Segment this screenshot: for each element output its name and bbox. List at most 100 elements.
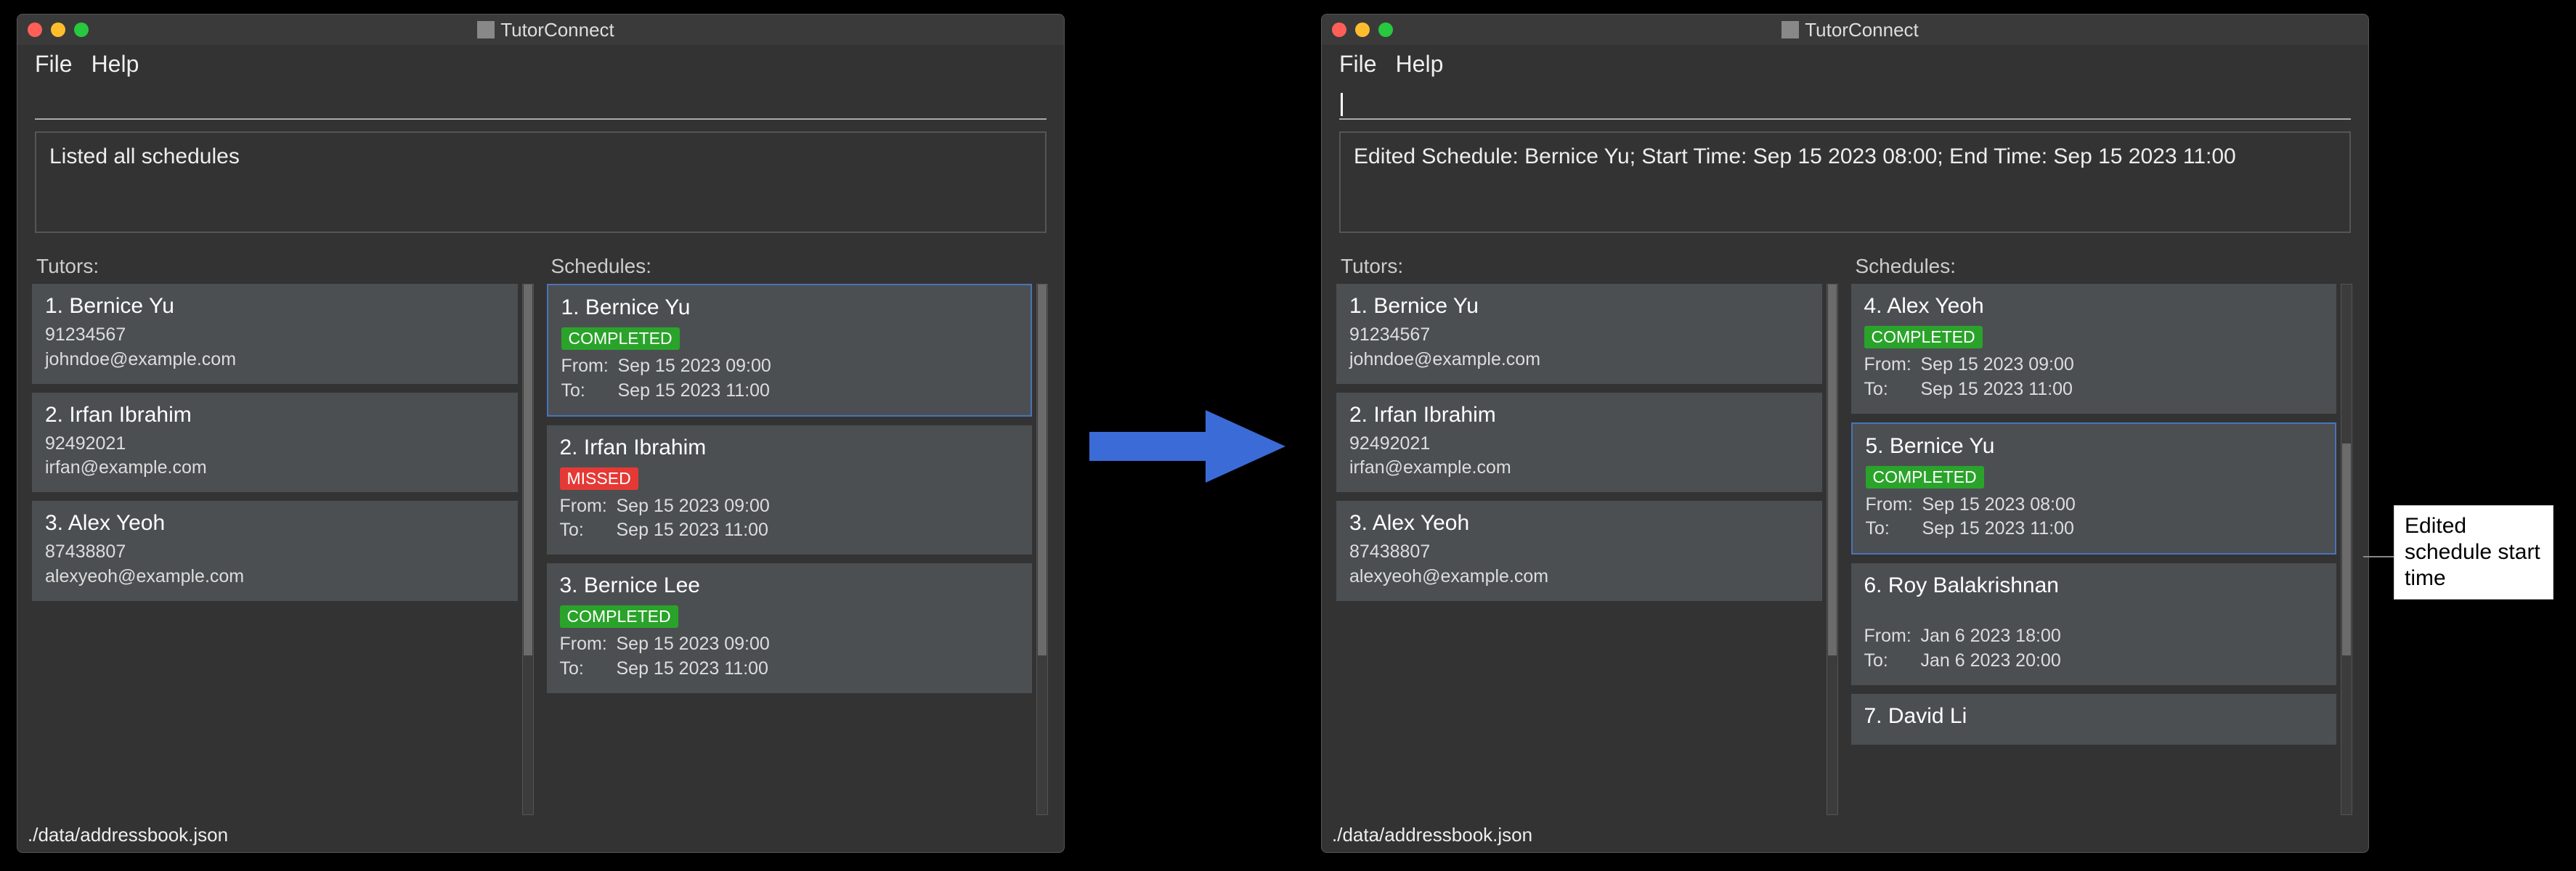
schedule-name: 4. Alex Yeoh (1864, 294, 2324, 319)
menu-file[interactable]: File (35, 51, 73, 78)
tutor-phone: 91234567 (45, 323, 505, 348)
tutor-name: 1. Bernice Yu (1349, 294, 1809, 319)
tutors-panel-title: Tutors: (1336, 249, 1840, 284)
app-icon (477, 21, 495, 38)
tutors-list: 1. Bernice Yu 91234567johndoe@example.com… (32, 284, 518, 815)
schedule-name: 5. Bernice Yu (1866, 434, 2323, 459)
status-badge: COMPLETED (560, 605, 678, 628)
scrollbar-thumb[interactable] (1038, 285, 1047, 655)
scrollbar-thumb[interactable] (524, 285, 532, 655)
schedules-panel-body: 1. Bernice Yu COMPLETED From:Sep 15 2023 0… (547, 284, 1050, 819)
statusbar: ./data/addressbook.json (17, 819, 1064, 852)
schedules-panel: Schedules: 1. Bernice Yu COMPLETED From:Se… (547, 249, 1050, 819)
tutor-email: johndoe@example.com (45, 348, 505, 372)
scrollbar[interactable] (1036, 284, 1048, 815)
tutor-card[interactable]: 3. Alex Yeoh87438807alexyeoh@example.com (32, 501, 518, 601)
tutor-name: 2. Irfan Ibrahim (45, 403, 505, 428)
schedule-to: To:Sep 15 2023 11:00 (560, 518, 1020, 543)
schedule-card[interactable]: 6. Roy Balakrishnan From:Jan 6 2023 18:00… (1851, 563, 2337, 685)
menubar: File Help (1322, 45, 2368, 83)
schedule-name: 6. Roy Balakrishnan (1864, 573, 2324, 598)
schedule-name: 2. Irfan Ibrahim (560, 436, 1020, 460)
schedule-from: From:Jan 6 2023 18:00 (1864, 624, 2324, 649)
tutor-name: 2. Irfan Ibrahim (1349, 403, 1809, 428)
schedule-card[interactable]: 5. Bernice Yu COMPLETED From:Sep 15 2023 0… (1851, 422, 2337, 555)
tutors-panel: Tutors: 1. Bernice Yu 91234567johndoe@exa… (32, 249, 535, 819)
status-badge: COMPLETED (1864, 326, 1983, 348)
schedule-card[interactable]: 1. Bernice YuCOMPLETEDFrom:Sep 15 2023 0… (547, 284, 1033, 417)
window-title: TutorConnect (38, 19, 1054, 41)
result-display: Listed all schedules (35, 131, 1047, 233)
scrollbar[interactable] (2341, 284, 2352, 815)
command-input[interactable] (1339, 91, 2351, 120)
tutor-card[interactable]: 3. Alex Yeoh 87438807alexyeoh@example.com (1336, 501, 1822, 601)
schedules-panel: Schedules: 4. Alex Yeoh COMPLETED From:Sep… (1851, 249, 2354, 819)
panels: Tutors: 1. Bernice Yu 91234567johndoe@exa… (17, 240, 1064, 819)
tutor-card[interactable]: 1. Bernice Yu 91234567johndoe@example.com (32, 284, 518, 384)
tutors-list: 1. Bernice Yu 91234567johndoe@example.com… (1336, 284, 1822, 815)
tutor-email: johndoe@example.com (1349, 348, 1809, 372)
schedules-panel-title: Schedules: (547, 249, 1050, 284)
status-badge: COMPLETED (1866, 466, 1984, 488)
result-text: Listed all schedules (49, 144, 240, 168)
scrollbar-thumb[interactable] (1828, 285, 1837, 655)
tutor-card[interactable]: 2. Irfan Ibrahim92492021irfan@example.co… (32, 393, 518, 493)
schedule-to: To:Sep 15 2023 11:00 (560, 657, 1020, 682)
schedule-name: 7. David Li (1864, 704, 2324, 729)
tutor-name: 3. Alex Yeoh (45, 511, 505, 536)
command-input[interactable] (35, 91, 1047, 120)
tutors-panel-body: 1. Bernice Yu 91234567johndoe@example.com… (32, 284, 535, 819)
tutor-phone: 92492021 (45, 432, 505, 457)
schedule-from: From:Sep 15 2023 09:00 (561, 354, 1018, 379)
menu-help[interactable]: Help (92, 51, 139, 78)
tutor-name: 3. Alex Yeoh (1349, 511, 1809, 536)
schedule-to: To:Sep 15 2023 11:00 (1866, 517, 2323, 541)
menu-help[interactable]: Help (1396, 51, 1444, 78)
tutors-panel-body: 1. Bernice Yu 91234567johndoe@example.com… (1336, 284, 1840, 819)
menu-file[interactable]: File (1339, 51, 1377, 78)
schedule-to: To:Sep 15 2023 11:00 (561, 379, 1018, 404)
arrow-icon (1089, 403, 1293, 490)
status-badge: MISSED (560, 467, 638, 490)
tutor-email: irfan@example.com (1349, 456, 1809, 481)
tutor-card[interactable]: 1. Bernice Yu 91234567johndoe@example.com (1336, 284, 1822, 384)
app-title-text: TutorConnect (1805, 19, 1919, 41)
schedules-panel-title: Schedules: (1851, 249, 2354, 284)
tutor-card[interactable]: 2. Irfan Ibrahim 92492021irfan@example.co… (1336, 393, 1822, 493)
tutorconnect-window-after: TutorConnect File Help Edited Schedule: … (1321, 14, 2369, 853)
schedule-name: 3. Bernice Lee (560, 573, 1020, 598)
scrollbar-thumb[interactable] (2342, 443, 2351, 655)
schedule-name: 1. Bernice Yu (561, 295, 1018, 320)
schedule-card[interactable]: 3. Bernice Lee COMPLETED From:Sep 15 2023 … (547, 563, 1033, 693)
callout-label: Edited schedule start time (2394, 505, 2553, 600)
scrollbar[interactable] (1827, 284, 1838, 815)
callout-line (2363, 556, 2394, 557)
menubar: File Help (17, 45, 1064, 83)
schedules-panel-body: 4. Alex Yeoh COMPLETED From:Sep 15 2023 09… (1851, 284, 2354, 819)
tutor-phone: 87438807 (45, 540, 505, 565)
tutor-phone: 87438807 (1349, 540, 1809, 565)
schedule-from: From:Sep 15 2023 09:00 (560, 632, 1020, 657)
schedule-to: To:Sep 15 2023 11:00 (1864, 377, 2324, 402)
schedule-card[interactable]: 4. Alex Yeoh COMPLETED From:Sep 15 2023 09… (1851, 284, 2337, 414)
statusbar: ./data/addressbook.json (1322, 819, 2368, 852)
schedule-card[interactable]: 7. David Li (1851, 694, 2337, 745)
tutors-panel: Tutors: 1. Bernice Yu 91234567johndoe@exa… (1336, 249, 1840, 819)
scrollbar[interactable] (522, 284, 534, 815)
text-cursor (1341, 93, 1343, 116)
schedule-from: From:Sep 15 2023 08:00 (1866, 493, 2323, 518)
titlebar: TutorConnect (17, 15, 1064, 45)
tutor-phone: 91234567 (1349, 323, 1809, 348)
tutors-panel-title: Tutors: (32, 249, 535, 284)
schedule-card[interactable]: 2. Irfan IbrahimMISSEDFrom:Sep 15 2023 0… (547, 425, 1033, 555)
tutor-name: 1. Bernice Yu (45, 294, 505, 319)
window-title: TutorConnect (1342, 19, 2358, 41)
app-icon (1781, 21, 1799, 38)
schedules-list: 4. Alex Yeoh COMPLETED From:Sep 15 2023 09… (1851, 284, 2337, 815)
schedules-list: 1. Bernice Yu COMPLETED From:Sep 15 2023 0… (547, 284, 1033, 815)
schedule-from: From:Sep 15 2023 09:00 (1864, 353, 2324, 377)
schedule-to: To:Jan 6 2023 20:00 (1864, 649, 2324, 674)
tutor-phone: 92492021 (1349, 432, 1809, 457)
tutor-email: alexyeoh@example.com (1349, 565, 1809, 589)
result-display: Edited Schedule: Bernice Yu; Start Time:… (1339, 131, 2351, 233)
